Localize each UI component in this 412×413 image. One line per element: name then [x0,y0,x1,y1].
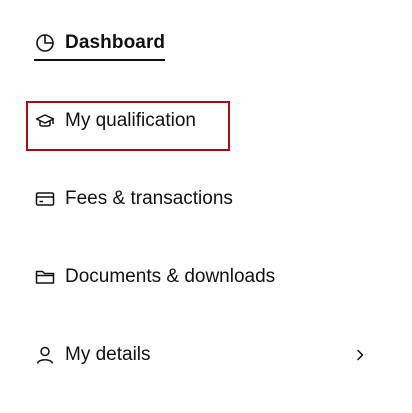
nav-item-my-details[interactable]: My details [34,340,366,370]
credit-card-icon [34,188,56,210]
nav-item-dashboard[interactable]: Dashboard [34,28,166,61]
nav-item-my-qualification[interactable]: My qualification [34,106,196,136]
chevron-right-icon[interactable] [350,345,370,365]
nav-item-label: My qualification [65,110,196,131]
sidebar-nav: Dashboard My qualification Fees & transa… [0,0,412,413]
user-icon [34,344,56,366]
nav-item-label: Dashboard [65,32,166,53]
nav-item-label: Fees & transactions [65,188,233,209]
nav-item-fees-transactions[interactable]: Fees & transactions [34,184,233,214]
pie-chart-icon [34,32,56,54]
folder-icon [34,266,56,288]
nav-item-documents-downloads[interactable]: Documents & downloads [34,262,275,292]
nav-item-label: My details [65,344,151,365]
nav-item-label: Documents & downloads [65,266,276,287]
graduation-cap-icon [34,110,56,132]
